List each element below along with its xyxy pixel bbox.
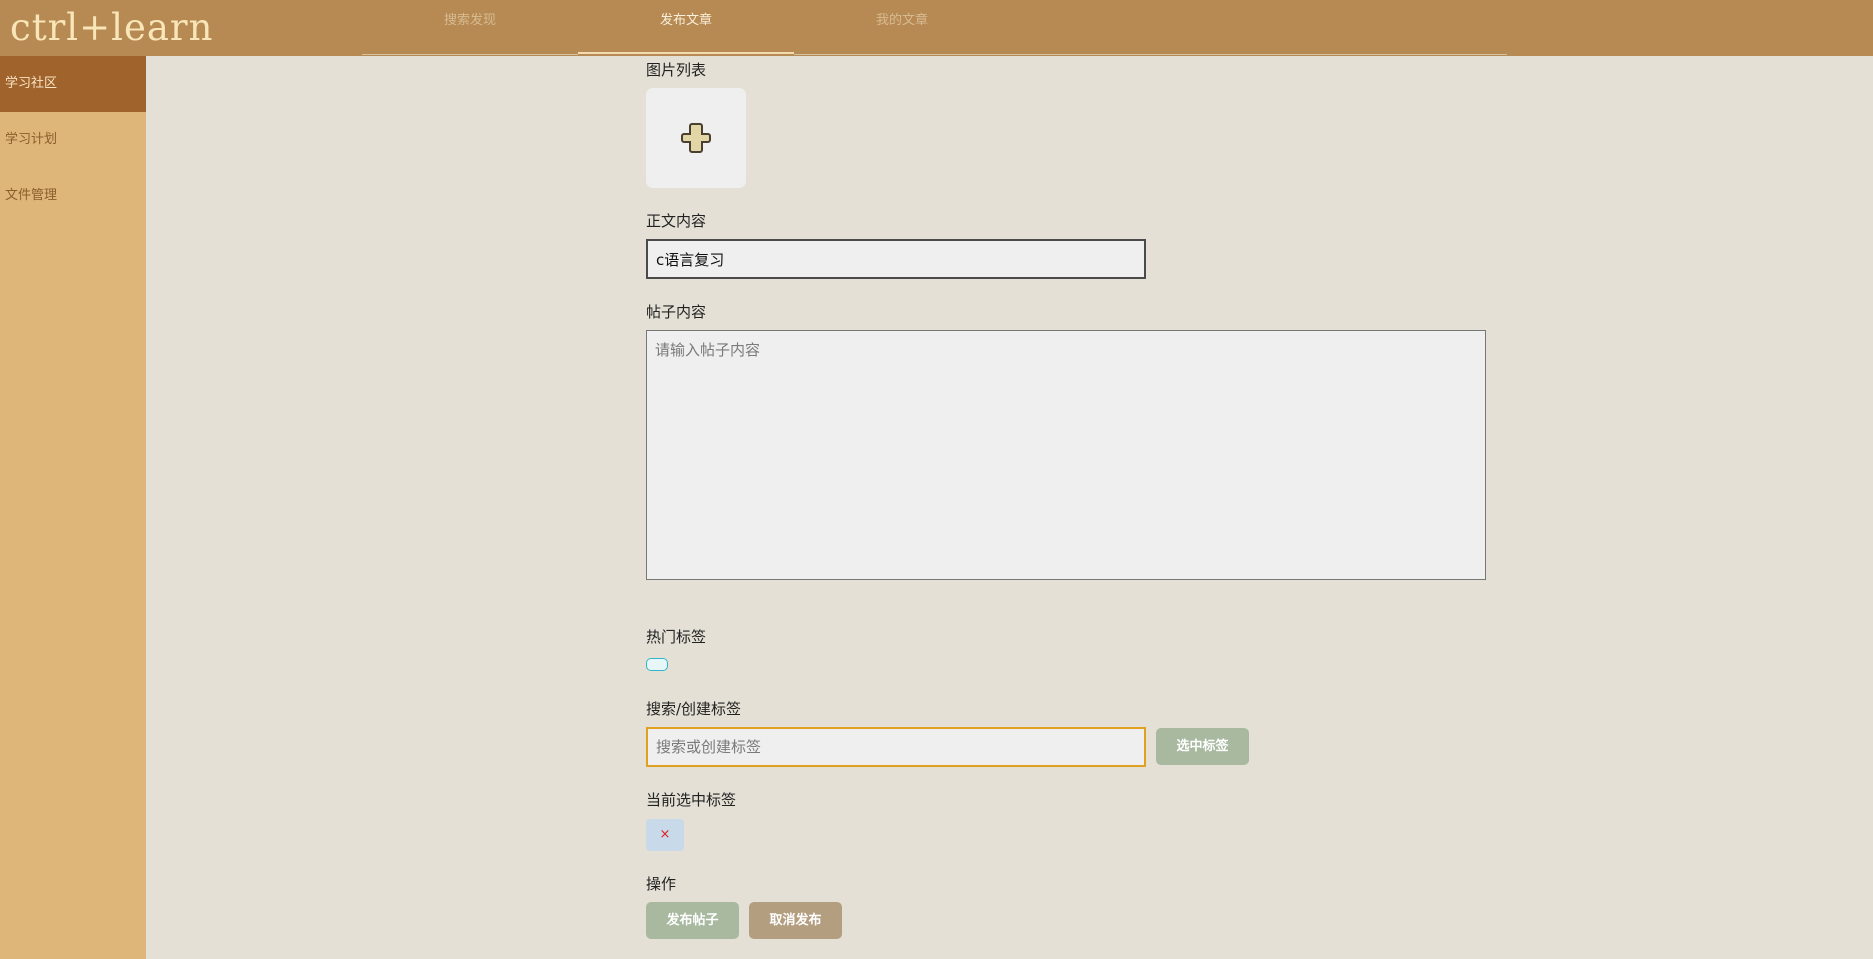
sidebar-item-learning-community[interactable]: 学习社区 [0, 56, 146, 112]
plus-icon [681, 123, 711, 153]
selected-tag-chip[interactable]: × [646, 819, 684, 851]
tab-search-discover[interactable]: 搜索发现 [362, 0, 578, 54]
cancel-publish-button[interactable]: 取消发布 [749, 902, 842, 939]
close-icon[interactable]: × [660, 827, 671, 842]
nav-divider [794, 54, 1507, 55]
tab-my-articles[interactable]: 我的文章 [794, 0, 1010, 54]
image-list-label: 图片列表 [646, 61, 707, 79]
sidebar-item-study-plan[interactable]: 学习计划 [0, 112, 146, 168]
body-content-input[interactable] [646, 239, 1146, 279]
current-tags-label: 当前选中标签 [646, 791, 737, 809]
post-content-label: 帖子内容 [646, 303, 707, 321]
tag-search-input[interactable] [646, 727, 1146, 767]
hot-tag-chip[interactable] [646, 658, 668, 671]
hot-tags-label: 热门标签 [646, 628, 707, 646]
image-upload-button[interactable] [646, 88, 746, 188]
publish-post-button[interactable]: 发布帖子 [646, 902, 739, 939]
body-content-label: 正文内容 [646, 212, 707, 230]
post-content-textarea[interactable] [646, 330, 1486, 580]
search-tag-label: 搜索/创建标签 [646, 700, 742, 718]
tab-publish-article[interactable]: 发布文章 [578, 0, 794, 54]
app-logo: ctrl+learn [10, 6, 214, 49]
sidebar-item-file-management[interactable]: 文件管理 [0, 168, 146, 224]
sidebar: 学习社区 学习计划 文件管理 [0, 56, 146, 959]
select-tag-button[interactable]: 选中标签 [1156, 728, 1249, 765]
top-header: ctrl+learn 搜索发现 发布文章 我的文章 [0, 0, 1873, 56]
actions-label: 操作 [646, 875, 677, 893]
nav-divider [362, 54, 578, 55]
